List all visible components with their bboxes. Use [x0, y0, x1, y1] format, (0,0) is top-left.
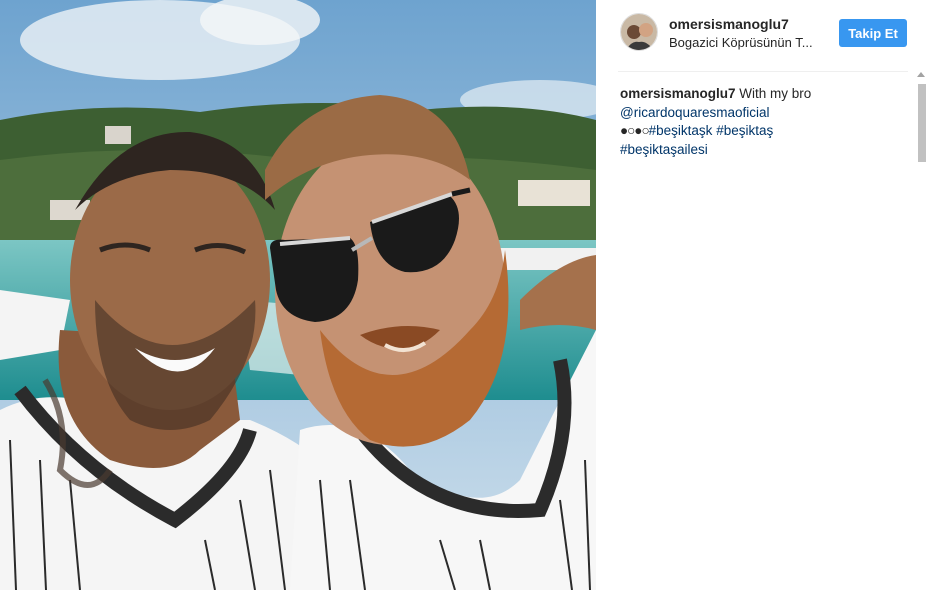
caption-text: With my bro [735, 86, 812, 101]
post-side-panel: omersismanoglu7 Bogazici Köprüsünün T...… [596, 0, 926, 590]
caption-mention[interactable]: @ricardoquaresmaoficial [620, 105, 770, 120]
selfie-photo [0, 0, 596, 590]
triangle-up-icon[interactable] [917, 72, 925, 77]
caption-username[interactable]: omersismanoglu7 [620, 86, 736, 101]
follow-button[interactable]: Takip Et [839, 19, 907, 47]
post-header: omersismanoglu7 Bogazici Köprüsünün T...… [596, 0, 926, 70]
hashtag-link[interactable]: #beşiktaşk [649, 123, 713, 138]
hashtag-link[interactable]: #beşiktaş [716, 123, 773, 138]
post-username[interactable]: omersismanoglu7 [669, 16, 789, 32]
avatar-image [621, 14, 657, 50]
header-divider [618, 71, 908, 72]
hashtag-link[interactable]: #beşiktaşailesi [620, 142, 708, 157]
scroll-thumb[interactable] [918, 84, 926, 162]
post-photo[interactable] [0, 0, 596, 590]
post-location[interactable]: Bogazici Köprüsünün T... [669, 35, 819, 50]
caption-comment: omersismanoglu7 With my bro @ricardoquar… [620, 85, 890, 159]
comments-scrollbar[interactable] [916, 72, 926, 162]
caption-circles: ●○●○ [620, 123, 650, 138]
avatar[interactable] [620, 13, 658, 51]
